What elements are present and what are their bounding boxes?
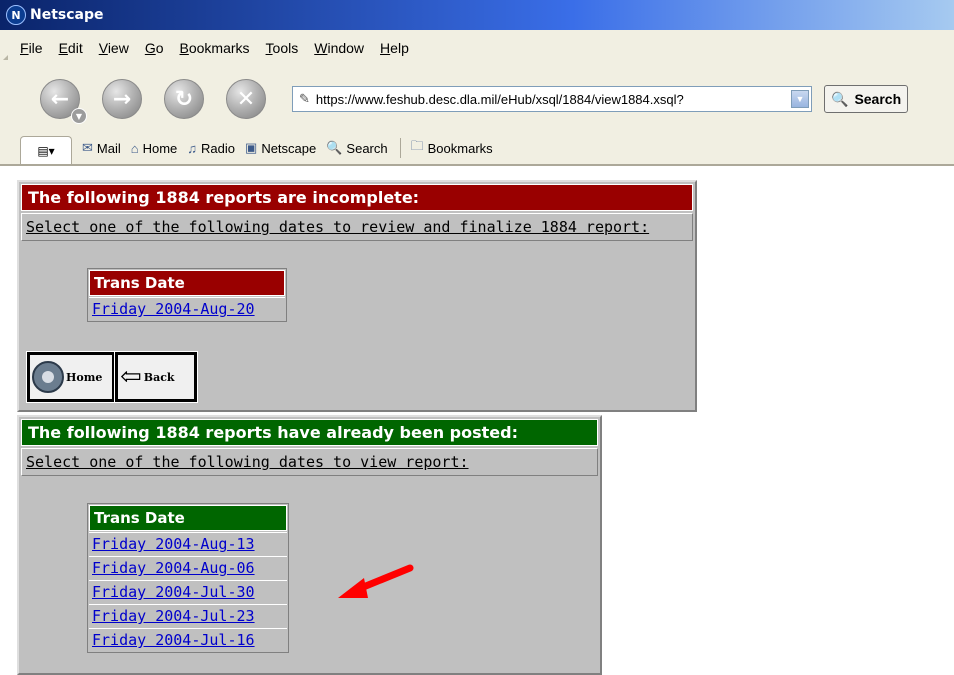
posted-date-link[interactable]: Friday 2004-Jul-30 <box>89 580 287 603</box>
back-page-button[interactable]: ⇦ Back <box>114 351 198 403</box>
toolbar-home[interactable]: ⌂ Home <box>131 141 178 156</box>
page-content: The following 1884 reports are incomplet… <box>0 166 954 675</box>
menu-tools[interactable]: Tools <box>258 40 307 56</box>
url-text: https://www.feshub.desc.dla.mil/eHub/xsq… <box>315 91 684 107</box>
posted-reports-panel: The following 1884 reports have already … <box>17 415 602 675</box>
mail-icon: ✉ <box>82 140 93 155</box>
toolbar-home-label: Home <box>142 140 178 156</box>
personal-toolbar: ▤▾ ✉ Mail ⌂ Home ♫ Radio ▣ Netscape 🔍 Se… <box>0 132 954 166</box>
toolbar-search-label: Search <box>346 140 388 156</box>
search-icon: 🔍 <box>831 90 849 107</box>
posted-dates-table: Trans Date Friday 2004-Aug-13 Friday 200… <box>87 503 289 653</box>
menu-edit[interactable]: Edit <box>51 40 91 56</box>
menu-file[interactable]: File <box>12 40 51 56</box>
arrow-right-icon: → <box>112 86 132 112</box>
toolbar-mail[interactable]: ✉ Mail <box>82 140 121 156</box>
back-button[interactable]: ← ▼ <box>40 79 87 124</box>
incomplete-reports-panel: The following 1884 reports are incomplet… <box>17 180 697 412</box>
home-button-label: Home <box>66 370 103 384</box>
headphones-icon: ♫ <box>187 140 198 156</box>
window-title: Netscape <box>30 7 104 23</box>
window-title-bar: N Netscape <box>0 0 954 30</box>
incomplete-instruction: Select one of the following dates to rev… <box>21 213 693 241</box>
posted-instruction: Select one of the following dates to vie… <box>21 448 598 476</box>
folder-icon: 🗀 <box>410 138 424 153</box>
back-button-label: Back <box>143 370 175 384</box>
incomplete-heading: The following 1884 reports are incomplet… <box>21 184 693 211</box>
reload-button[interactable]: ↻ <box>164 79 204 119</box>
search-button[interactable]: 🔍 Search <box>824 85 909 113</box>
arrow-left-icon: ← <box>50 86 70 112</box>
arrow-left-icon: ⇦ <box>120 362 142 392</box>
toolbar-netscape-label: Netscape <box>261 140 317 156</box>
close-icon: ✕ <box>236 86 256 112</box>
incomplete-date-link[interactable]: Friday 2004-Aug-20 <box>89 297 285 320</box>
netscape-logo-icon: N <box>6 5 26 25</box>
new-tab-button[interactable]: ▤▾ <box>20 136 72 164</box>
tab-icon: ▤▾ <box>37 143 55 158</box>
menu-view[interactable]: View <box>91 40 137 56</box>
menu-help[interactable]: Help <box>372 40 417 56</box>
posted-table-header: Trans Date <box>89 505 287 531</box>
chevron-down-icon[interactable]: ▼ <box>71 108 87 124</box>
posted-date-link[interactable]: Friday 2004-Aug-06 <box>89 556 287 579</box>
page-icon: ✎ <box>299 91 310 106</box>
seal-icon <box>32 361 64 393</box>
menu-bookmarks[interactable]: Bookmarks <box>172 40 258 56</box>
home-icon: ⌂ <box>130 140 139 156</box>
red-arrow-icon <box>338 564 414 598</box>
posted-heading: The following 1884 reports have already … <box>21 419 598 446</box>
incomplete-table-header: Trans Date <box>89 270 285 296</box>
search-icon: 🔍 <box>326 140 343 155</box>
menu-window[interactable]: Window <box>306 40 372 56</box>
menu-bar: File Edit View Go Bookmarks Tools Window… <box>0 30 954 67</box>
navigation-toolbar: ← ▼ → ↻ ✕ ✎ https://www.feshub.desc.dla.… <box>0 66 954 133</box>
toolbar-bookmarks[interactable]: 🗀 Bookmarks <box>411 137 493 159</box>
url-dropdown-icon[interactable]: ▼ <box>791 90 809 108</box>
search-button-label: Search <box>854 91 902 107</box>
toolbar-netscape[interactable]: ▣ Netscape <box>245 140 316 156</box>
toolbar-radio-label: Radio <box>201 140 236 156</box>
toolbar-search[interactable]: 🔍 Search <box>326 140 387 156</box>
toolbar-bookmarks-label: Bookmarks <box>427 140 493 156</box>
toolbar-separator <box>399 138 401 158</box>
posted-date-link[interactable]: Friday 2004-Aug-13 <box>89 532 287 555</box>
reload-icon: ↻ <box>174 86 194 112</box>
incomplete-dates-table: Trans Date Friday 2004-Aug-20 <box>87 268 287 322</box>
home-button[interactable]: Home <box>26 351 116 403</box>
my-netscape-icon: ▣ <box>245 140 258 155</box>
toolbar-radio[interactable]: ♫ Radio <box>187 141 235 156</box>
menu-go[interactable]: Go <box>137 40 172 56</box>
url-input[interactable]: ✎ https://www.feshub.desc.dla.mil/eHub/x… <box>292 86 812 112</box>
posted-date-link[interactable]: Friday 2004-Jul-16 <box>89 628 287 651</box>
stop-button[interactable]: ✕ <box>226 79 266 119</box>
posted-date-link[interactable]: Friday 2004-Jul-23 <box>89 604 287 627</box>
forward-button[interactable]: → <box>102 79 142 119</box>
toolbar-mail-label: Mail <box>96 140 121 156</box>
toolbar-grip-icon[interactable] <box>2 30 8 66</box>
